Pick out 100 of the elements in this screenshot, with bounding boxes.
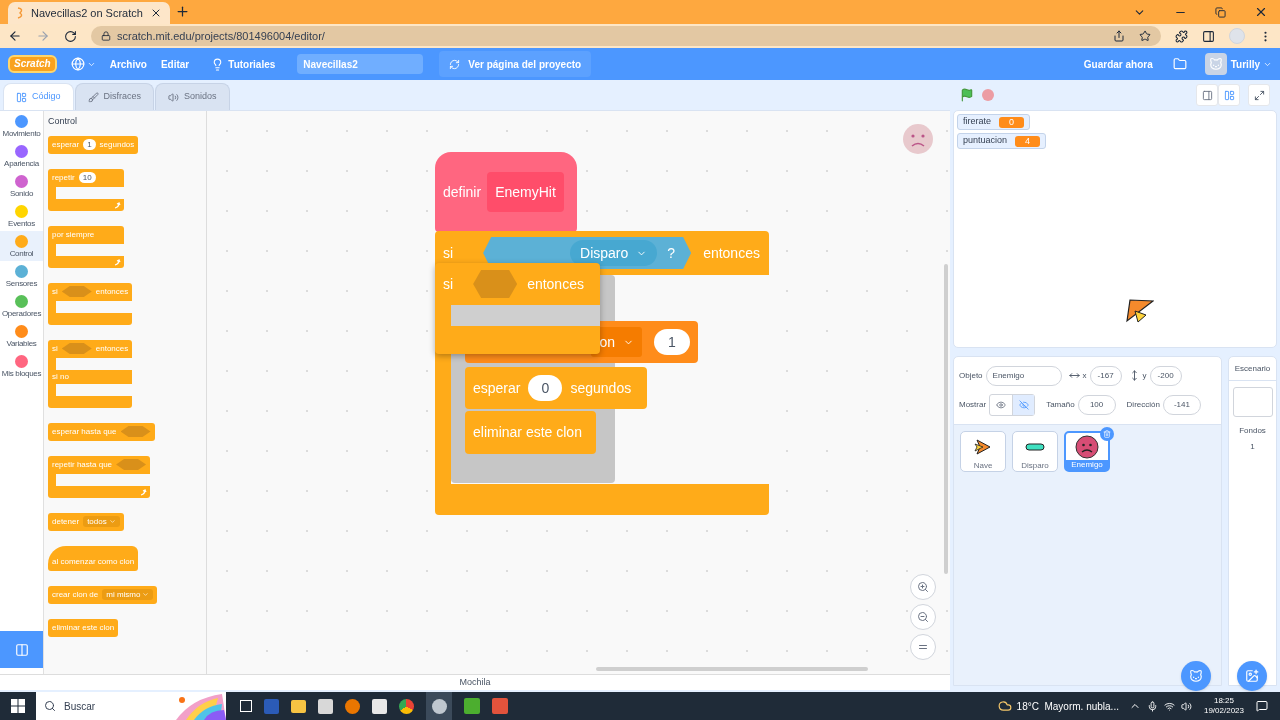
category-item[interactable]: Control — [0, 231, 43, 261]
wifi-icon[interactable] — [1163, 700, 1175, 712]
block-text: definir — [443, 182, 482, 202]
number-input[interactable]: 0 — [528, 375, 563, 401]
category-item[interactable]: Mis bloques — [0, 351, 43, 381]
extension-icon — [14, 642, 29, 657]
field-label: Objeto — [959, 369, 983, 382]
category-item[interactable]: Variables — [0, 321, 43, 351]
category-item[interactable]: Eventos — [0, 201, 43, 231]
field-label: Dirección — [1126, 398, 1160, 411]
flag-icon[interactable] — [960, 88, 974, 102]
palette-block[interactable]: esperar 1 segundos — [48, 135, 139, 154]
sprite-name: Enemigo — [1066, 460, 1108, 470]
reload-icon[interactable] — [64, 29, 77, 43]
category-item[interactable]: Sonido — [0, 171, 43, 201]
block-text: entonces — [703, 243, 760, 263]
stage[interactable]: firerate 0 puntuacion 4 — [953, 110, 1277, 348]
editor-tab[interactable]: Sonidos — [155, 83, 230, 110]
small-stage-icon — [1201, 89, 1213, 101]
taskbar-search-field[interactable]: Buscar — [36, 692, 226, 720]
number-input[interactable]: 1 — [654, 329, 690, 355]
sprite-tile[interactable]: Nave — [960, 431, 1006, 472]
app-icon[interactable] — [318, 698, 333, 714]
folder-app-icon[interactable] — [291, 699, 306, 713]
new-tab-icon[interactable] — [175, 4, 190, 19]
category-item[interactable]: Operadores — [0, 291, 43, 321]
notifications-icon[interactable] — [1256, 700, 1268, 712]
address-bar[interactable]: scratch.mit.edu/projects/801496004/editor/ — [91, 26, 1161, 46]
zoom-in-button[interactable] — [910, 574, 936, 600]
editor-tab[interactable]: Disfraces — [74, 83, 155, 110]
choose-sprite-button[interactable] — [1181, 661, 1211, 691]
block-slot — [56, 186, 124, 199]
menu-item[interactable]: Editar — [160, 56, 190, 72]
block-text: por siempre — [52, 228, 95, 241]
block-text: detener — [52, 515, 80, 528]
backdrop-thumbnail[interactable] — [1232, 387, 1273, 417]
category-label: Movimiento — [2, 128, 41, 138]
define-block[interactable]: definir EnemyHit — [435, 152, 577, 232]
category-label: Apariencia — [4, 158, 39, 168]
category-label: Control — [9, 248, 34, 258]
sad-face-icon — [902, 123, 934, 155]
browser-app-icon[interactable] — [399, 698, 414, 714]
image-icon — [1245, 669, 1259, 683]
block-text: ? — [667, 243, 676, 263]
palette-c-block[interactable]: repetir 10 — [48, 168, 124, 211]
number-input[interactable]: 1 — [83, 139, 96, 150]
restore-icon[interactable] — [1215, 6, 1226, 18]
block-text: segundos — [570, 378, 632, 398]
menu-item[interactable]: Archivo — [109, 56, 147, 72]
category-label: Mis bloques — [1, 368, 42, 378]
save-now-link[interactable]: Guardar ahora — [1083, 56, 1153, 72]
delete-sprite-button[interactable] — [1100, 427, 1114, 441]
side-panel-icon[interactable] — [1202, 29, 1215, 43]
language-menu[interactable] — [70, 57, 96, 71]
wait-block[interactable]: esperar 0 segundos — [465, 367, 647, 409]
task-view-icon[interactable] — [240, 700, 252, 712]
block-text: repetir — [52, 171, 75, 184]
zoom-out-button[interactable] — [910, 604, 936, 630]
category-item[interactable]: Apariencia — [0, 141, 43, 171]
share-icon[interactable] — [1113, 30, 1125, 42]
tutorials-menu[interactable]: Tutoriales — [211, 56, 276, 72]
url-text: scratch.mit.edu/projects/801496004/editor/ — [117, 28, 326, 44]
number-input[interactable]: 10 — [78, 172, 96, 183]
app-icon[interactable] — [372, 698, 387, 714]
microphone-icon[interactable] — [1146, 700, 1158, 712]
extensions-icon[interactable] — [1175, 29, 1188, 43]
close-icon[interactable] — [150, 7, 162, 19]
category-item[interactable]: Movimiento — [0, 111, 43, 141]
horizontal-scrollbar[interactable] — [596, 667, 868, 671]
volume-icon[interactable] — [1180, 700, 1192, 712]
field-label: Mostrar — [959, 398, 987, 411]
sprite-tile[interactable]: Disparo — [1012, 431, 1058, 472]
browser-app-icon[interactable] — [426, 692, 452, 720]
field-label: y — [1142, 369, 1147, 382]
fullscreen-icon — [1253, 89, 1265, 101]
back-icon[interactable] — [8, 29, 22, 43]
word-app-icon[interactable] — [264, 698, 279, 714]
normal-stage-button[interactable] — [1218, 84, 1240, 106]
loop-arrow-icon — [139, 487, 148, 496]
app-icon[interactable] — [345, 698, 360, 714]
folder-icon[interactable] — [1172, 57, 1187, 71]
close-icon[interactable] — [1254, 5, 1268, 19]
editor-tab[interactable]: Código — [3, 83, 74, 110]
block-text: al comenzar como clon — [52, 555, 135, 568]
category-item[interactable]: Sensores — [0, 261, 43, 291]
block-text: si no — [52, 370, 69, 383]
backpack-bar[interactable]: Mochila — [0, 674, 950, 690]
block-text: si — [52, 285, 58, 298]
user-avatar[interactable] — [1204, 53, 1227, 75]
windows-start-icon[interactable] — [11, 699, 25, 713]
vertical-scrollbar[interactable] — [944, 264, 948, 574]
user-menu[interactable]: Turilly — [1230, 56, 1272, 72]
bookmark-icon[interactable] — [1139, 30, 1151, 42]
fullscreen-button[interactable] — [1248, 84, 1270, 106]
choose-backdrop-button[interactable] — [1237, 661, 1267, 691]
small-stage-button[interactable] — [1196, 84, 1218, 106]
weather-widget[interactable]: 18°C Mayorm. nubla... — [997, 698, 1119, 714]
clock[interactable]: 18:25 19/02/2023 — [1203, 696, 1244, 716]
browser-tab[interactable]: Navecillas2 on Scratch — [8, 2, 170, 24]
reset-zoom-button[interactable] — [910, 634, 936, 660]
